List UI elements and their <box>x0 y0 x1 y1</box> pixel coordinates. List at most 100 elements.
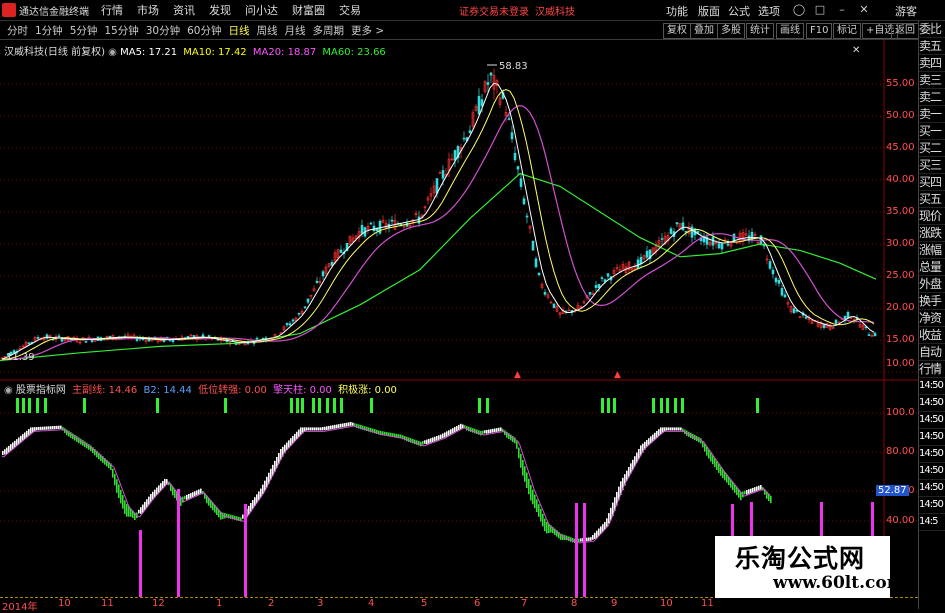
indicator-bar <box>328 425 330 430</box>
panel-item[interactable]: 换手 <box>919 293 945 310</box>
app-logo-icon <box>2 3 16 17</box>
candle-body <box>534 258 538 268</box>
indicator-bar <box>538 504 540 517</box>
event-marker-icon[interactable]: ▲ <box>614 370 621 380</box>
tool-f10[interactable]: F10 <box>806 23 833 39</box>
chart-area[interactable]: 58.83 11.39 ▲ ▲ 汉威科技(日线 前复权) ◉ MA5: 17.2… <box>0 40 918 609</box>
tick-time: 14:50 <box>919 446 945 463</box>
tool-multi-stock[interactable]: 多股 <box>717 23 745 39</box>
period-weekly[interactable]: 周线 <box>257 23 278 38</box>
indicator-bar <box>752 487 754 493</box>
indicator-bar <box>306 427 308 431</box>
panel-item[interactable]: 卖五 <box>919 38 945 55</box>
signal-bar <box>318 398 321 413</box>
menu-formula[interactable]: 公式 <box>728 3 750 19</box>
menu-ask[interactable]: 问小达 <box>245 2 278 18</box>
candle-body <box>543 292 547 295</box>
chart-canvas[interactable]: 58.83 11.39 ▲ ▲ <box>0 40 918 597</box>
panel-item[interactable]: 卖二 <box>919 89 945 106</box>
tool-overlay[interactable]: 叠加 <box>690 23 718 39</box>
candle-body <box>390 219 394 222</box>
menu-function[interactable]: 功能 <box>666 3 688 19</box>
price-pane-grid <box>0 83 918 373</box>
indicator-bar <box>530 485 532 501</box>
panel-item[interactable]: 总量 <box>919 259 945 276</box>
candle-body <box>513 152 517 161</box>
period-more[interactable]: 更多 > <box>351 23 384 38</box>
period-1min[interactable]: 1分钟 <box>35 23 63 38</box>
period-30min[interactable]: 30分钟 <box>146 23 180 38</box>
panel-item[interactable]: 现价 <box>919 208 945 225</box>
indicator-bar <box>190 493 192 498</box>
ma60-line <box>0 172 877 362</box>
period-daily[interactable]: 日线 <box>229 23 250 38</box>
close-pane-icon[interactable]: ✕ <box>852 45 860 56</box>
period-15min[interactable]: 15分钟 <box>104 23 138 38</box>
menu-options[interactable]: 选项 <box>758 3 780 19</box>
spike-bar <box>583 503 586 597</box>
price-tick: 40.00 <box>886 174 915 185</box>
menu-layout[interactable]: 版面 <box>698 3 720 19</box>
panel-item[interactable]: 外盘 <box>919 276 945 293</box>
price-tick: 50.00 <box>886 110 915 121</box>
panel-item[interactable]: 委比 <box>919 21 945 38</box>
tool-draw-line[interactable]: 画线 <box>776 23 804 39</box>
legend-settings-icon[interactable]: ◉ <box>108 47 117 58</box>
panel-item[interactable]: 卖三 <box>919 72 945 89</box>
menu-discover[interactable]: 发现 <box>209 2 231 18</box>
panel-item[interactable]: 买五 <box>919 191 945 208</box>
indicator-bar <box>486 429 488 434</box>
candle-body <box>834 319 838 324</box>
panel-item[interactable]: 行情 <box>919 361 945 378</box>
indicator-bar <box>660 427 662 434</box>
panel-item[interactable]: 净资 <box>919 310 945 327</box>
indicator-tick: 40.00 <box>886 515 915 526</box>
chart-title: 汉威科技(日线 前复权) <box>4 47 105 58</box>
menu-quotes[interactable]: 行情 <box>101 2 123 18</box>
indicator-bar <box>524 466 526 482</box>
panel-item[interactable]: 卖四 <box>919 55 945 72</box>
candle-body <box>36 337 40 339</box>
panel-item[interactable]: 买一 <box>919 123 945 140</box>
indicator-title[interactable]: 股票指标网 <box>16 385 66 396</box>
menu-market[interactable]: 市场 <box>137 2 159 18</box>
indicator-bar <box>38 426 40 431</box>
close-icon[interactable]: ✕ <box>856 2 872 17</box>
period-monthly[interactable]: 月线 <box>285 23 306 38</box>
menu-trade[interactable]: 交易 <box>339 2 361 18</box>
indicator-bar <box>760 485 762 490</box>
indicator-bar <box>710 452 712 462</box>
tool-statistics[interactable]: 统计 <box>746 23 774 39</box>
panel-item[interactable]: 涨幅 <box>919 242 945 259</box>
panel-item[interactable]: 收益 <box>919 327 945 344</box>
minimize-icon[interactable]: – <box>834 2 850 17</box>
guest-label[interactable]: 游客 <box>895 3 917 19</box>
panel-item[interactable]: 自动 <box>919 344 945 361</box>
tool-back[interactable]: 返回 <box>891 23 919 39</box>
panel-item[interactable]: 买二 <box>919 140 945 157</box>
panel-item[interactable]: 卖一 <box>919 106 945 123</box>
signal-bar <box>326 398 329 413</box>
menu-news[interactable]: 资讯 <box>173 2 195 18</box>
tool-mark[interactable]: 标记 <box>833 23 861 39</box>
event-marker-icon[interactable]: ▲ <box>514 370 521 380</box>
period-multi[interactable]: 多周期 <box>313 23 345 38</box>
indicator-item-low-strong: 低位转强: 0.00 <box>198 385 267 396</box>
restore-icon[interactable]: □ <box>812 2 828 17</box>
login-status[interactable]: 证券交易未登录 <box>459 3 529 18</box>
tool-restore-rights[interactable]: 复权 <box>663 23 691 39</box>
period-timeshare[interactable]: 分时 <box>7 23 28 38</box>
indicator-bar <box>450 429 452 435</box>
candle-body <box>606 273 610 277</box>
panel-item[interactable]: 买四 <box>919 174 945 191</box>
period-60min[interactable]: 60分钟 <box>187 23 221 38</box>
indicator-bar <box>324 426 326 431</box>
indicator-bar <box>748 489 750 494</box>
panel-item[interactable]: 买三 <box>919 157 945 174</box>
tick-time: 14:50 <box>919 480 945 497</box>
menu-fortune[interactable]: 财富圈 <box>292 2 325 18</box>
period-5min[interactable]: 5分钟 <box>70 23 98 38</box>
indicator-settings-icon[interactable]: ◉ <box>4 385 13 396</box>
message-icon[interactable]: ◯ <box>791 2 807 17</box>
panel-item[interactable]: 涨跌 <box>919 225 945 242</box>
